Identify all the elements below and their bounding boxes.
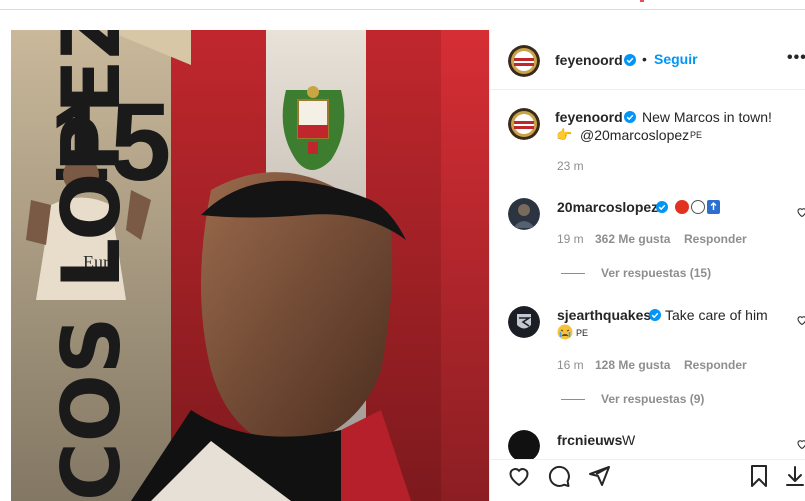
top-bar-indicator <box>640 0 644 2</box>
replies-divider <box>561 399 585 400</box>
feyenoord-logo-icon <box>508 45 540 77</box>
comment-likes[interactable]: 128 Me gusta <box>595 358 670 372</box>
commenter-avatar[interactable] <box>508 198 540 230</box>
poster-illustration: 15 Euro COS LOPEZ <box>11 30 489 501</box>
flag-tag: PE <box>690 130 703 140</box>
user-avatar-icon <box>508 430 540 462</box>
bookmark-icon[interactable] <box>747 464 771 488</box>
user-avatar-icon <box>508 198 540 230</box>
comment-icon[interactable] <box>547 464 571 488</box>
verified-badge-icon <box>649 309 661 321</box>
comment-username[interactable]: 20marcoslopez <box>557 199 658 215</box>
like-comment-icon[interactable] <box>796 438 805 450</box>
comment-username[interactable]: sjearthquakes <box>557 307 651 323</box>
caption-mention[interactable]: @20marcoslopez <box>580 127 689 143</box>
more-options-button[interactable]: ••• <box>787 49 805 67</box>
view-replies-button[interactable]: Ver respuestas (9) <box>601 392 704 406</box>
comment-text: Take care of him <box>665 307 768 323</box>
commenter-avatar[interactable] <box>508 430 540 462</box>
earthquakes-logo-icon <box>508 306 540 338</box>
post-action-bar <box>490 459 805 501</box>
heart-icon[interactable] <box>507 464 531 488</box>
comment-username[interactable]: frcnieuws <box>557 432 622 448</box>
share-icon[interactable] <box>587 464 611 488</box>
crying-face-emoji-icon <box>557 324 573 340</box>
reply-button[interactable]: Responder <box>684 358 747 372</box>
follow-button[interactable]: Seguir <box>654 51 698 67</box>
reply-button[interactable]: Responder <box>684 232 747 246</box>
flag-tag: PE <box>576 328 589 338</box>
comment-likes[interactable]: 362 Me gusta <box>595 232 670 246</box>
post-image[interactable]: 15 Euro COS LOPEZ <box>11 30 489 501</box>
download-icon[interactable] <box>783 464 805 488</box>
like-comment-icon[interactable] <box>796 206 805 218</box>
emoji-circles-icon <box>675 200 720 214</box>
comment-time[interactable]: 19 m <box>557 232 584 246</box>
caption-time[interactable]: 23 m <box>557 159 584 173</box>
header-separator: • <box>642 51 647 67</box>
poster-name: COS LOPEZ <box>45 30 138 501</box>
pointing-hand-emoji: 👉 <box>556 127 573 142</box>
view-replies-button[interactable]: Ver respuestas (15) <box>601 266 711 280</box>
replies-divider <box>561 273 585 274</box>
verified-badge-icon <box>624 111 636 123</box>
like-comment-icon[interactable] <box>796 314 805 326</box>
verified-badge-icon <box>624 54 636 66</box>
comment-text: W <box>622 432 636 448</box>
verified-badge-icon <box>656 201 668 213</box>
comment-time[interactable]: 16 m <box>557 358 584 372</box>
post-header: feyenoord • Seguir ••• <box>490 30 805 90</box>
author-avatar[interactable] <box>508 45 540 77</box>
feyenoord-logo-icon <box>508 108 540 140</box>
caption-username[interactable]: feyenoord <box>555 109 623 125</box>
commenter-avatar[interactable] <box>508 306 540 338</box>
page-top-bar <box>0 0 805 10</box>
post-side-panel: feyenoord • Seguir ••• feyenoord New Mar… <box>489 30 805 501</box>
caption-avatar[interactable] <box>508 108 540 140</box>
author-username[interactable]: feyenoord <box>555 52 623 68</box>
caption-text: New Marcos in town! <box>642 109 772 125</box>
